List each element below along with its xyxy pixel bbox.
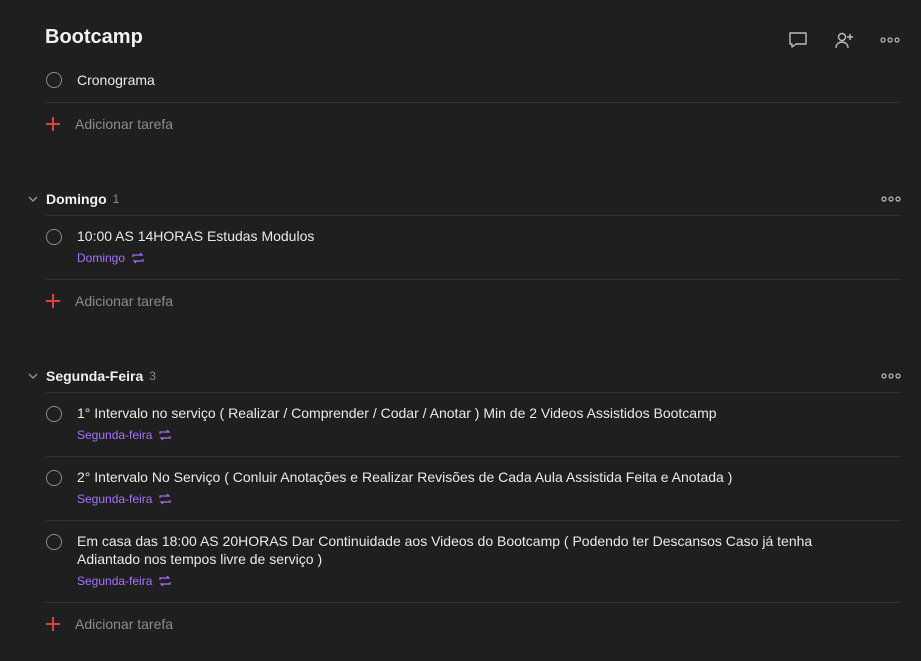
- task-title: 2° Intervalo No Serviço ( Conluir Anotaç…: [77, 469, 733, 485]
- section-title: Segunda-Feira: [46, 368, 144, 384]
- section-title: Domingo: [46, 191, 107, 207]
- task-checkbox[interactable]: [46, 470, 62, 486]
- recurring-icon: [159, 493, 171, 505]
- more-horizontal-icon[interactable]: [881, 189, 901, 207]
- recurring-icon: [159, 429, 171, 441]
- header-actions: [787, 30, 901, 50]
- comment-icon[interactable]: [787, 30, 809, 50]
- project-header: Bootcamp: [45, 26, 901, 50]
- section-header-domingo: Domingo 1: [26, 189, 901, 209]
- plus-icon: [45, 616, 61, 632]
- due-date-label: Domingo: [77, 251, 126, 265]
- add-task-label: Adicionar tarefa: [75, 293, 174, 309]
- divider: [45, 456, 901, 457]
- section-count: 1: [112, 192, 120, 206]
- task-checkbox[interactable]: [46, 406, 62, 422]
- add-task-label: Adicionar tarefa: [75, 616, 174, 632]
- task-due[interactable]: Segunda-feira: [77, 574, 172, 588]
- task-title: Em casa das 18:00 AS 20HORAS Dar Continu…: [77, 533, 813, 567]
- add-task-button[interactable]: Adicionar tarefa: [45, 116, 173, 132]
- divider: [45, 392, 901, 393]
- page-title: Bootcamp: [45, 26, 143, 48]
- task-title: 1° Intervalo no serviço ( Realizar / Com…: [77, 405, 717, 421]
- task-item[interactable]: 2° Intervalo No Serviço ( Conluir Anotaç…: [45, 468, 901, 512]
- divider: [45, 602, 901, 603]
- add-task-button[interactable]: Adicionar tarefa: [45, 616, 173, 632]
- task-item[interactable]: 1° Intervalo no serviço ( Realizar / Com…: [45, 404, 901, 448]
- divider: [45, 102, 901, 103]
- recurring-icon: [132, 252, 144, 264]
- chevron-down-icon[interactable]: [26, 373, 40, 379]
- plus-icon: [45, 293, 61, 309]
- task-title: 10:00 AS 14HORAS Estudas Modulos: [77, 228, 315, 244]
- chevron-down-icon[interactable]: [26, 196, 40, 202]
- divider: [45, 215, 901, 216]
- task-item[interactable]: 10:00 AS 14HORAS Estudas Modulos Domingo: [45, 227, 901, 271]
- task-due[interactable]: Segunda-feira: [77, 492, 172, 506]
- task-item[interactable]: Em casa das 18:00 AS 20HORAS Dar Continu…: [45, 532, 901, 594]
- more-horizontal-icon[interactable]: [881, 366, 901, 384]
- due-date-label: Segunda-feira: [77, 574, 153, 588]
- task-title: Cronograma: [77, 72, 155, 88]
- add-task-label: Adicionar tarefa: [75, 116, 174, 132]
- task-checkbox[interactable]: [46, 72, 62, 88]
- task-due[interactable]: Domingo: [77, 251, 145, 265]
- due-date-label: Segunda-feira: [77, 492, 153, 506]
- section-header-segunda-feira: Segunda-Feira 3: [26, 366, 901, 386]
- divider: [45, 279, 901, 280]
- task-item[interactable]: Cronograma: [45, 71, 901, 93]
- recurring-icon: [159, 575, 171, 587]
- plus-icon: [45, 116, 61, 132]
- task-checkbox[interactable]: [46, 229, 62, 245]
- add-task-button[interactable]: Adicionar tarefa: [45, 293, 173, 309]
- section-count: 3: [149, 369, 156, 383]
- divider: [45, 520, 901, 521]
- add-person-icon[interactable]: [833, 30, 855, 50]
- task-due[interactable]: Segunda-feira: [77, 428, 172, 442]
- more-horizontal-icon[interactable]: [879, 30, 901, 50]
- due-date-label: Segunda-feira: [77, 428, 153, 442]
- task-checkbox[interactable]: [46, 534, 62, 550]
